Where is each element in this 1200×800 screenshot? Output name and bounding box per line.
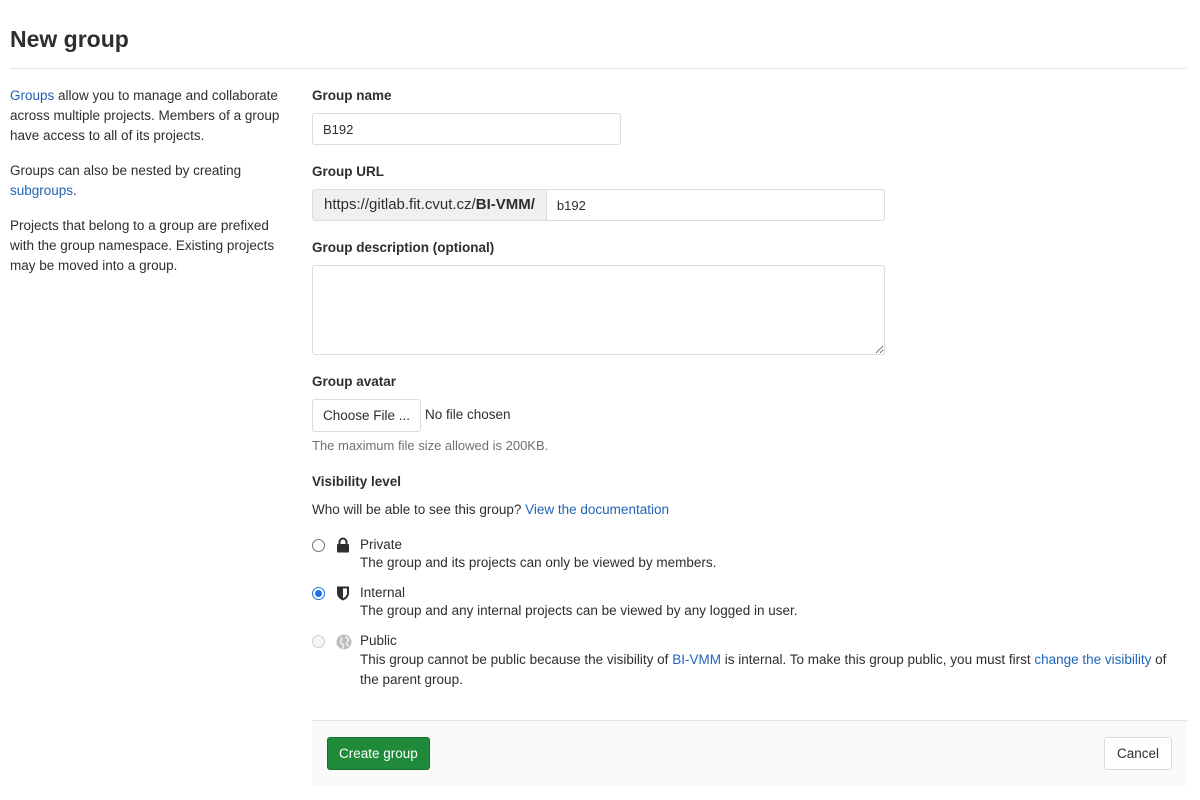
groups-link[interactable]: Groups [10, 88, 54, 103]
group-avatar-label: Group avatar [312, 374, 397, 389]
visibility-public-title: Public [360, 633, 397, 648]
change-visibility-link[interactable]: change the visibility [1034, 652, 1151, 667]
visibility-question: Who will be able to see this group? View… [312, 502, 669, 517]
visibility-public-desc: This group cannot be public because the … [360, 652, 1167, 687]
group-description-label: Group description (optional) [312, 240, 495, 255]
visibility-level-label: Visibility level [312, 474, 402, 489]
intro-paragraph-2: Groups can also be nested by creating su… [10, 163, 242, 198]
visibility-private-desc: The group and its projects can only be v… [360, 555, 717, 570]
visibility-public-radio[interactable] [312, 635, 325, 648]
view-documentation-link[interactable]: View the documentation [525, 502, 669, 517]
visibility-private-radio[interactable] [312, 539, 325, 552]
visibility-private-title: Private [360, 537, 403, 552]
intro-panel: Groups allow you to manage and collabora… [10, 86, 290, 291]
visibility-internal-title: Internal [360, 585, 406, 600]
form-actions: Create group Cancel [312, 720, 1187, 786]
subgroups-link[interactable]: subgroups [10, 183, 73, 198]
group-description-input[interactable] [312, 265, 885, 355]
group-url-input[interactable] [545, 189, 885, 221]
cancel-button[interactable]: Cancel [1103, 737, 1172, 770]
globe-icon [336, 634, 352, 650]
group-name-label: Group name [312, 88, 392, 103]
visibility-internal-radio[interactable] [312, 587, 325, 600]
lock-icon [337, 537, 349, 553]
group-url-prefix: https://gitlab.fit.cvut.cz/BI-VMM/ [312, 189, 546, 221]
choose-file-button[interactable]: Choose File ... [312, 399, 421, 432]
create-group-button[interactable]: Create group [327, 737, 430, 770]
shield-icon [337, 586, 349, 601]
title-divider [10, 68, 1187, 69]
parent-group-link[interactable]: BI-VMM [672, 652, 721, 667]
file-status-text: No file chosen [425, 407, 511, 422]
file-size-help: The maximum file size allowed is 200KB. [312, 438, 549, 453]
intro-paragraph-3: Projects that belong to a group are pref… [10, 218, 275, 273]
group-url-label: Group URL [312, 164, 384, 179]
page-title: New group [10, 26, 129, 52]
visibility-internal-desc: The group and any internal projects can … [360, 603, 798, 618]
intro-paragraph-1: Groups allow you to manage and collabora… [10, 88, 280, 143]
group-name-input[interactable] [312, 113, 621, 145]
group-url-field: https://gitlab.fit.cvut.cz/BI-VMM/ [312, 189, 885, 221]
